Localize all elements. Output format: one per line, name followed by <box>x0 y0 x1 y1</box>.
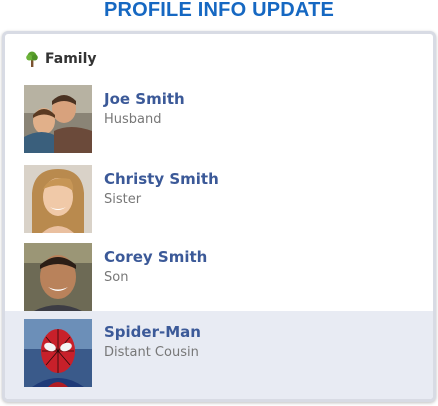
avatar-photo[interactable] <box>24 165 92 233</box>
section-label: Family <box>45 51 97 67</box>
member-relation: Son <box>104 270 129 285</box>
tree-icon <box>26 51 38 67</box>
member-relation: Husband <box>104 112 162 127</box>
avatar-photo[interactable] <box>24 85 92 153</box>
page-title: PROFILE INFO UPDATE <box>103 0 335 21</box>
member-relation: Sister <box>104 192 142 207</box>
avatar-photo[interactable] <box>24 243 92 311</box>
avatar-photo[interactable] <box>24 319 92 387</box>
family-member-row[interactable]: Corey Smith Son <box>5 238 433 318</box>
family-member-row[interactable]: Spider-Man Distant Cousin <box>5 311 433 399</box>
member-name[interactable]: Joe Smith <box>104 90 185 108</box>
member-name[interactable]: Christy Smith <box>104 170 219 188</box>
family-section-header: Family <box>25 49 97 69</box>
family-member-row[interactable]: Joe Smith Husband <box>5 80 433 160</box>
member-name[interactable]: Spider-Man <box>104 323 201 341</box>
member-relation: Distant Cousin <box>104 345 199 360</box>
family-member-row[interactable]: Christy Smith Sister <box>5 160 433 240</box>
family-panel: Family Joe Smith Husband Christy Smith S… <box>2 31 436 402</box>
member-name[interactable]: Corey Smith <box>104 248 207 266</box>
